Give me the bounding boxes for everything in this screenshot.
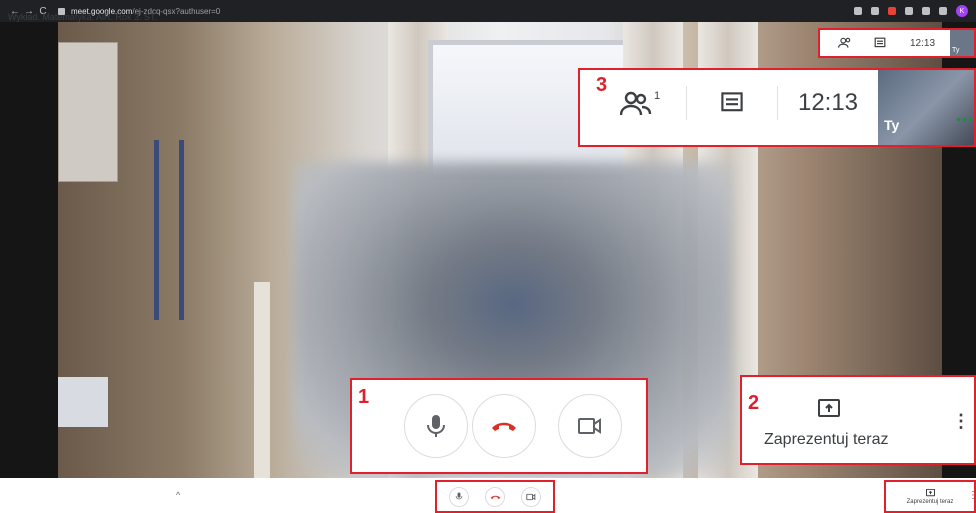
callout-number-1: 1 <box>358 386 370 408</box>
participant-count: 1 <box>653 90 661 102</box>
call-controls <box>435 480 555 513</box>
present-panel-zoomed: Zaprezentuj teraz ⋮ <box>740 375 976 465</box>
bookmark-star-icon[interactable] <box>871 7 879 15</box>
more-options-icon[interactable]: ⋮ <box>952 411 970 432</box>
microphone-icon <box>427 415 445 437</box>
hanging-lanyard <box>154 140 184 320</box>
profile-avatar[interactable]: K <box>956 5 968 17</box>
end-call-button[interactable] <box>472 394 536 458</box>
microphone-button[interactable] <box>404 394 468 458</box>
end-call-icon <box>490 495 500 499</box>
screen: ← → C meet.google.com/ej-zdcq-qsx?authus… <box>0 0 976 513</box>
camera-icon <box>578 418 601 434</box>
self-label-small: Ty <box>952 47 960 54</box>
meeting-time: 12:13 <box>797 89 859 116</box>
extension-icon[interactable] <box>905 7 913 15</box>
camera-icon <box>526 493 536 500</box>
wall-pipe <box>254 282 270 478</box>
camera-button-small[interactable] <box>521 486 541 507</box>
wall-calendar <box>58 42 118 182</box>
chevron-up-icon[interactable]: ^ <box>176 490 180 500</box>
microphone-button-small[interactable] <box>449 486 469 507</box>
present-now-label-small: Zaprezentuj teraz <box>906 498 954 505</box>
chat-icon <box>721 92 743 112</box>
participants-button[interactable]: 1 <box>594 74 686 132</box>
people-icon <box>619 91 652 116</box>
extensions-puzzle-icon[interactable] <box>939 7 947 15</box>
microphone-icon <box>455 492 463 500</box>
people-icon[interactable] <box>838 37 852 49</box>
call-controls-zoomed <box>350 378 648 474</box>
present-screen-icon[interactable] <box>818 399 840 419</box>
meeting-time-small: 12:13 <box>910 37 936 49</box>
end-call-button-small[interactable] <box>485 486 505 507</box>
extensions-area: K <box>854 5 968 17</box>
wall-sign <box>58 377 108 427</box>
present-now-button-small[interactable]: Zaprezentuj teraz <box>884 480 976 513</box>
meeting-title[interactable]: Wykład. Matematyka. AiR. Rok 3. ST. <box>8 12 157 22</box>
callout-number-2: 2 <box>748 392 760 414</box>
callout-number-3: 3 <box>596 74 608 96</box>
chat-icon[interactable] <box>874 37 886 49</box>
present-now-label[interactable]: Zaprezentuj teraz <box>764 431 889 449</box>
extension-icon[interactable] <box>922 7 930 15</box>
self-label: Ty <box>884 117 900 133</box>
self-thumbnail-small[interactable]: Ty <box>950 30 974 56</box>
camera-button[interactable] <box>558 394 622 458</box>
present-screen-icon <box>925 488 935 496</box>
chat-button[interactable] <box>687 74 777 132</box>
end-call-icon <box>492 422 516 431</box>
audio-level-dots-icon: ••• <box>956 111 974 127</box>
meeting-info-panel-zoomed: 1 12:13 Ty ••• <box>578 68 976 147</box>
self-thumbnail[interactable]: Ty ••• <box>878 70 974 145</box>
info-pill: 1 12:13 <box>594 74 878 132</box>
extension-icon[interactable] <box>888 7 896 15</box>
meeting-info-panel-small: 12:13 Ty <box>818 28 976 58</box>
camera-indicator-icon[interactable] <box>854 7 862 15</box>
more-options-icon[interactable]: ⋮ <box>968 490 976 501</box>
